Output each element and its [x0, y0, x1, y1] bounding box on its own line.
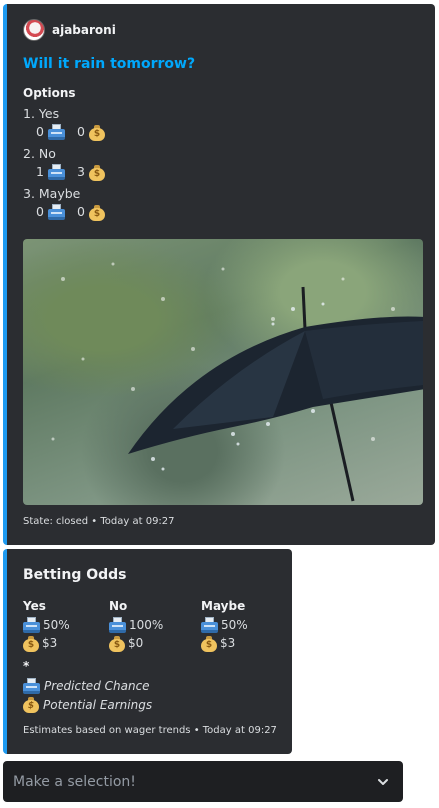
money-bag-icon: $	[23, 635, 39, 652]
author-name[interactable]: ajabaroni	[52, 23, 116, 37]
money-bag-icon: $	[201, 635, 217, 652]
odds-column-name: Yes	[23, 599, 46, 613]
fax-machine-icon	[23, 678, 40, 694]
fax-machine-icon	[48, 124, 65, 140]
predicted-count: 0	[36, 204, 44, 219]
odds-title: Betting Odds	[23, 567, 127, 583]
fax-machine-icon	[48, 204, 65, 220]
chevron-down-icon[interactable]	[377, 776, 389, 788]
predicted-chance: 50%	[43, 618, 70, 632]
legend-label: Potential Earnings	[43, 697, 153, 712]
poll-option-yes: 1. Yes 0 0 $	[23, 105, 105, 141]
legend-potential-earnings: $ Potential Earnings	[23, 696, 152, 713]
predicted-chance: 100%	[129, 618, 164, 632]
option-name: 1. Yes	[23, 106, 60, 121]
potential-earnings: $0	[128, 636, 144, 650]
avatar[interactable]	[23, 19, 45, 41]
odds-column-maybe: Maybe 50% $ $3	[201, 597, 248, 652]
legend-predicted-chance: Predicted Chance	[23, 678, 150, 694]
odds-column-name: No	[109, 599, 128, 613]
legend-label: Predicted Chance	[44, 679, 150, 693]
dropdown-placeholder: Make a selection!	[13, 773, 136, 790]
money-bag-icon: $	[23, 696, 39, 713]
money-bag-icon: $	[89, 124, 105, 141]
earnings-count: 0	[77, 204, 85, 219]
betting-odds-embed: Betting Odds Yes 50% $ $3 No 100% $ $0 M…	[3, 549, 292, 754]
fax-machine-icon	[201, 617, 218, 633]
poll-option-no: 2. No 1 3 $	[23, 145, 105, 181]
predicted-count: 1	[36, 164, 44, 179]
earnings-count: 3	[77, 164, 85, 179]
options-label: Options	[23, 86, 76, 100]
poll-footer: State: closed • Today at 09:27	[23, 516, 175, 527]
odds-column-yes: Yes 50% $ $3	[23, 597, 70, 652]
money-bag-icon: $	[109, 635, 125, 652]
fax-machine-icon	[48, 164, 65, 180]
option-name: 3. Maybe	[23, 186, 81, 201]
odds-column-name: Maybe	[201, 599, 246, 613]
poll-option-maybe: 3. Maybe 0 0 $	[23, 185, 105, 221]
money-bag-icon: $	[89, 204, 105, 221]
legend-asterisk: *	[23, 659, 30, 673]
poll-title[interactable]: Will it rain tomorrow?	[23, 56, 195, 72]
potential-earnings: $3	[42, 636, 58, 650]
poll-embed: ajabaroni Will it rain tomorrow? Options…	[3, 4, 435, 545]
predicted-chance: 50%	[221, 618, 248, 632]
fax-machine-icon	[23, 617, 40, 633]
selection-dropdown[interactable]: Make a selection!	[3, 761, 403, 802]
money-bag-icon: $	[89, 164, 105, 181]
potential-earnings: $3	[220, 636, 236, 650]
fax-machine-icon	[109, 617, 126, 633]
option-name: 2. No	[23, 146, 56, 161]
poll-image[interactable]	[23, 239, 423, 505]
odds-column-no: No 100% $ $0	[109, 597, 163, 652]
earnings-count: 0	[77, 124, 85, 139]
predicted-count: 0	[36, 124, 44, 139]
odds-footer: Estimates based on wager trends • Today …	[23, 725, 277, 736]
author[interactable]: ajabaroni	[23, 19, 116, 41]
umbrella-illustration	[51, 262, 423, 502]
